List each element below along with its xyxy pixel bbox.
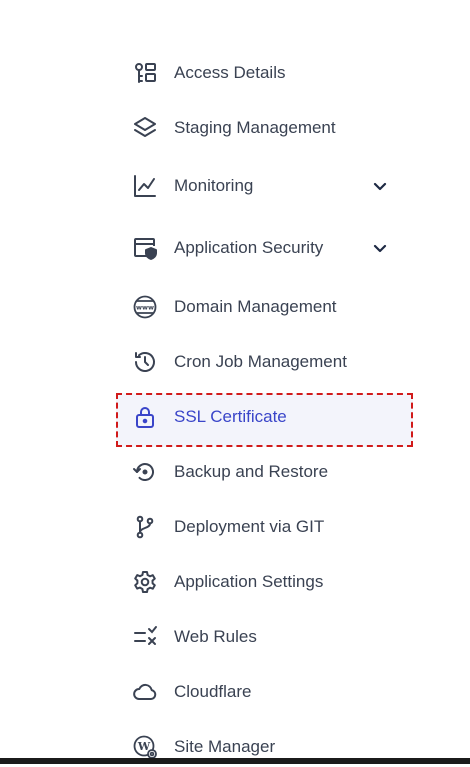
sidebar-item-staging-management[interactable]: Staging Management (130, 108, 420, 148)
history-clock-icon (130, 347, 160, 377)
sidebar-item-web-rules[interactable]: Web Rules (130, 617, 420, 657)
www-globe-icon: www (130, 292, 160, 322)
browser-shield-icon (130, 233, 160, 263)
sidebar-item-deployment-via-git[interactable]: Deployment via GIT (130, 507, 420, 547)
sidebar-item-label: Web Rules (174, 627, 257, 646)
bottom-edge-bar (0, 758, 470, 764)
sidebar-item-label: Cron Job Management (174, 352, 347, 371)
sidebar-item-label: Cloudflare (174, 682, 252, 701)
lock-icon (130, 402, 160, 432)
access-details-icon (130, 58, 160, 88)
sidebar-item-label: Monitoring (174, 176, 254, 195)
sidebar-item-label: Access Details (174, 63, 286, 82)
sidebar-item-label: Application Security (174, 238, 324, 257)
restore-icon (130, 457, 160, 487)
sidebar-item-ssl-certificate[interactable]: SSL Certificate (130, 397, 420, 437)
sidebar-item-cron-job-management[interactable]: Cron Job Management (130, 342, 420, 382)
sidebar-item-cloudflare[interactable]: Cloudflare (130, 672, 420, 712)
sidebar-item-backup-and-restore[interactable]: Backup and Restore (130, 452, 420, 492)
sidebar-item-label: Staging Management (174, 118, 336, 137)
chevron-down-icon[interactable] (370, 238, 390, 258)
sidebar-item-application-security[interactable]: Application Security (130, 228, 420, 268)
sidebar-item-access-details[interactable]: Access Details (130, 53, 420, 93)
sidebar-item-label: Deployment via GIT (174, 517, 325, 536)
sidebar-item-monitoring[interactable]: Monitoring (130, 166, 420, 206)
sidebar-item-label: Backup and Restore (174, 462, 329, 481)
sidebar-item-domain-management[interactable]: www Domain Management (130, 287, 420, 327)
sidebar-item-label: Application Settings (174, 572, 324, 591)
rules-icon (130, 622, 160, 652)
sidebar-item-application-settings[interactable]: Application Settings (130, 562, 420, 602)
sidebar-nav: Access Details Staging Management Monito… (0, 0, 470, 764)
git-branch-icon (130, 512, 160, 542)
layers-icon (130, 113, 160, 143)
gear-icon (130, 567, 160, 597)
sidebar-item-label: Domain Management (174, 297, 337, 316)
line-chart-icon (130, 171, 160, 201)
svg-text:www: www (136, 304, 154, 312)
cloud-icon (130, 677, 160, 707)
sidebar-item-label: Site Manager (174, 737, 276, 756)
chevron-down-icon[interactable] (370, 176, 390, 196)
sidebar-item-label: SSL Certificate (174, 407, 287, 426)
